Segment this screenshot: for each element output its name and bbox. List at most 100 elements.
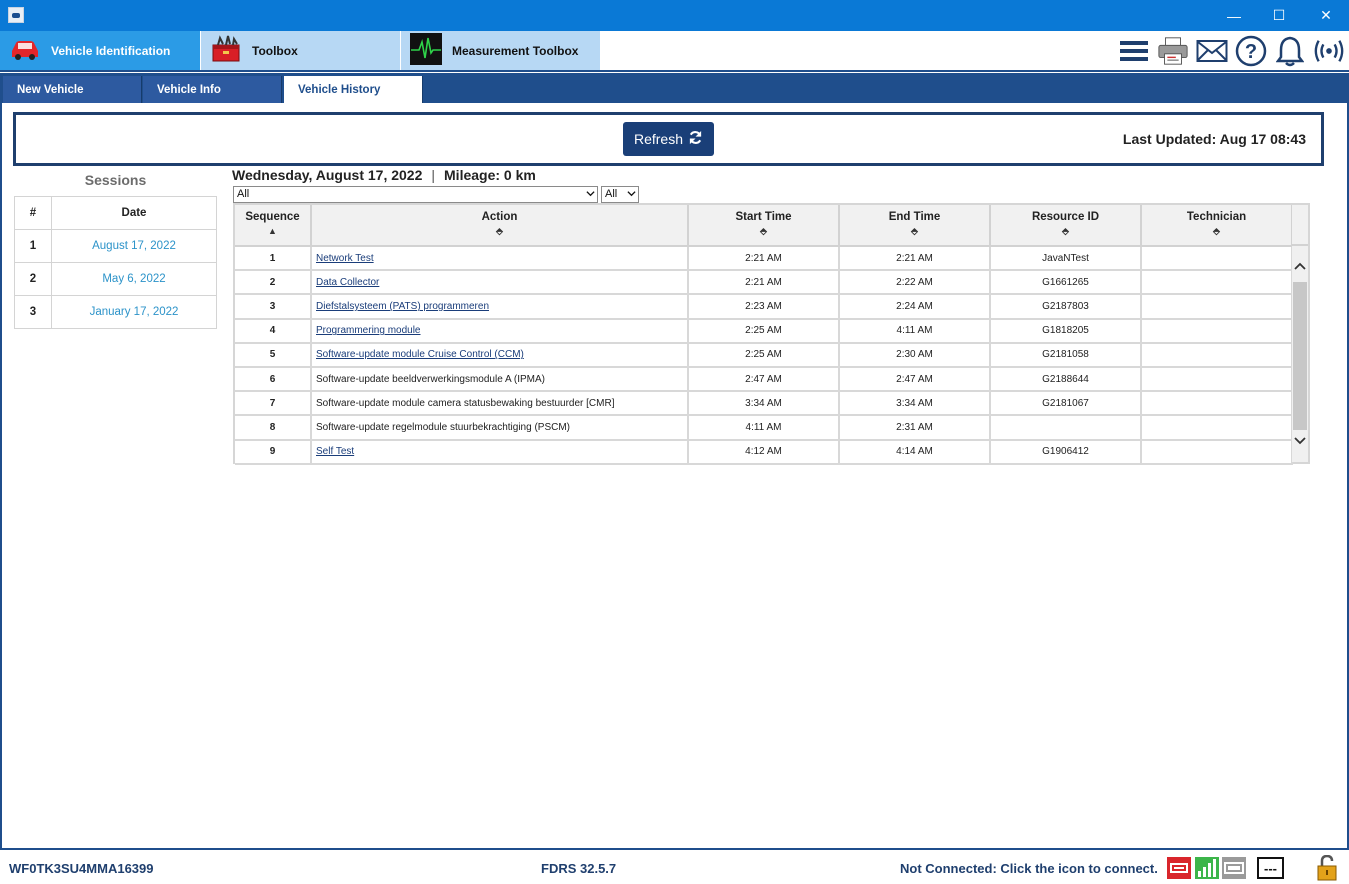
table-scrollbar[interactable]	[1292, 246, 1308, 462]
sort-icon: ⬘	[911, 226, 918, 236]
tab-vehicle-identification[interactable]: Vehicle Identification	[0, 31, 200, 70]
scrollbar-thumb[interactable]	[1293, 282, 1307, 430]
scroll-up-icon[interactable]	[1292, 258, 1308, 274]
cell-technician	[1141, 342, 1293, 368]
session-date-link[interactable]: August 17, 2022	[51, 229, 217, 263]
cell-action-link[interactable]: Programmering module	[311, 318, 689, 344]
table-row[interactable]: 3 Diefstalsysteem (PATS) programmeren 2:…	[235, 294, 1293, 320]
sort-icon: ⬘	[760, 226, 767, 236]
session-row[interactable]: 1 August 17, 2022	[14, 229, 217, 263]
session-num: 1	[14, 229, 52, 263]
maximize-button[interactable]: ☐	[1256, 0, 1302, 31]
cell-end-time: 3:34 AM	[839, 391, 991, 417]
battery-icon[interactable]	[1222, 857, 1246, 879]
signal-strength-icon[interactable]	[1195, 857, 1219, 879]
header-label: Sequence	[245, 211, 300, 223]
header-label: Resource ID	[1031, 211, 1100, 223]
table-row[interactable]: 8 Software-update regelmodule stuurbekra…	[235, 415, 1293, 441]
cell-resource-id	[990, 415, 1142, 441]
cell-end-time: 4:14 AM	[839, 439, 991, 465]
cell-sequence: 6	[235, 366, 312, 393]
cell-resource-id: G2181058	[990, 342, 1142, 368]
session-date-link[interactable]: May 6, 2022	[51, 262, 217, 296]
wireless-icon[interactable]	[1313, 35, 1345, 67]
actions-grid: Sequence ▲ Action ⬘ Start Time ⬘ End Time ⬘ …	[233, 203, 1310, 465]
cell-resource-id: G2187803	[990, 294, 1142, 320]
col-header-end-time[interactable]: End Time ⬘	[839, 205, 991, 247]
col-header-technician[interactable]: Technician ⬘	[1141, 205, 1293, 247]
cell-resource-id: G2188644	[990, 366, 1142, 393]
refresh-panel: Refresh Last Updated: Aug 17 08:43	[13, 112, 1324, 166]
col-header-start-time[interactable]: Start Time ⬘	[688, 205, 840, 247]
session-num: 2	[14, 262, 52, 296]
cell-action: Software-update regelmodule stuurbekrach…	[311, 415, 689, 441]
tab-measurement-toolbox[interactable]: Measurement Toolbox	[401, 31, 600, 70]
cell-technician	[1141, 270, 1293, 296]
toolbar-icons: ?	[1118, 31, 1349, 71]
table-row[interactable]: 4 Programmering module 2:25 AM 4:11 AM G…	[235, 318, 1293, 344]
header-filler	[1292, 205, 1308, 246]
col-header-sequence[interactable]: Sequence ▲	[235, 205, 312, 247]
status-filter-value: All	[605, 188, 618, 200]
menu-icon[interactable]	[1118, 35, 1150, 67]
table-row[interactable]: 9 Self Test 4:12 AM 4:14 AM G1906412	[235, 439, 1293, 465]
vin-text: WF0TK3SU4MMA16399	[9, 861, 154, 876]
cell-action-link[interactable]: Self Test	[311, 439, 689, 465]
bell-icon[interactable]	[1274, 35, 1306, 67]
vci-disconnected-icon[interactable]	[1167, 857, 1191, 879]
cell-resource-id: G1818205	[990, 318, 1142, 344]
cell-end-time: 2:22 AM	[839, 270, 991, 296]
cell-sequence: 1	[235, 246, 312, 272]
sessions-header-date: Date	[51, 196, 217, 230]
action-filter-select[interactable]: All	[233, 186, 598, 203]
tab-new-vehicle[interactable]: New Vehicle	[3, 76, 142, 103]
cell-technician	[1141, 439, 1293, 465]
cell-end-time: 4:11 AM	[839, 318, 991, 344]
cell-technician	[1141, 366, 1293, 393]
tab-vehicle-history[interactable]: Vehicle History	[284, 76, 423, 103]
status-filter-select[interactable]: All	[601, 186, 639, 203]
session-row[interactable]: 2 May 6, 2022	[14, 262, 217, 296]
cell-sequence: 5	[235, 342, 312, 368]
col-header-resource-id[interactable]: Resource ID ⬘	[990, 205, 1142, 247]
cell-action-link[interactable]: Network Test	[311, 246, 689, 272]
lock-icon[interactable]	[1315, 854, 1339, 881]
table-row[interactable]: 6 Software-update beeldverwerkingsmodule…	[235, 366, 1293, 393]
table-row[interactable]: 1 Network Test 2:21 AM 2:21 AM JavaNTest	[235, 246, 1293, 272]
cell-start-time: 2:47 AM	[688, 366, 840, 393]
refresh-button[interactable]: Refresh	[623, 122, 714, 156]
toolbox-icon	[210, 34, 242, 67]
cell-start-time: 2:23 AM	[688, 294, 840, 320]
minimize-button[interactable]: —	[1211, 0, 1257, 31]
tab-vehicle-info[interactable]: Vehicle Info	[143, 76, 282, 103]
col-header-action[interactable]: Action ⬘	[311, 205, 689, 247]
cell-start-time: 2:21 AM	[688, 270, 840, 296]
header-label: Start Time	[735, 211, 792, 223]
session-row[interactable]: 3 January 17, 2022	[14, 295, 217, 329]
table-row[interactable]: 5 Software-update module Cruise Control …	[235, 342, 1293, 368]
cell-resource-id: JavaNTest	[990, 246, 1142, 272]
cell-start-time: 4:11 AM	[688, 415, 840, 441]
cell-end-time: 2:47 AM	[839, 366, 991, 393]
scroll-down-icon[interactable]	[1292, 433, 1308, 449]
sub-tab-bar: New Vehicle Vehicle Info Vehicle History	[0, 73, 1349, 103]
cell-sequence: 8	[235, 415, 312, 441]
sessions-title: Sessions	[84, 172, 147, 188]
help-icon[interactable]: ?	[1235, 35, 1267, 67]
cell-action-link[interactable]: Diefstalsysteem (PATS) programmeren	[311, 294, 689, 320]
session-date: Wednesday, August 17, 2022	[232, 167, 423, 183]
tab-toolbox[interactable]: Toolbox	[201, 31, 400, 70]
sort-icon: ⬘	[1213, 226, 1220, 236]
table-row[interactable]: 7 Software-update module camera statusbe…	[235, 391, 1293, 417]
action-filter-value: All	[237, 188, 250, 200]
session-date-link[interactable]: January 17, 2022	[51, 295, 217, 329]
printer-icon[interactable]	[1157, 35, 1189, 67]
cell-action-link[interactable]: Data Collector	[311, 270, 689, 296]
close-button[interactable]: ✕	[1303, 0, 1349, 31]
cell-start-time: 2:25 AM	[688, 318, 840, 344]
cell-action-link[interactable]: Software-update module Cruise Control (C…	[311, 342, 689, 368]
mail-icon[interactable]	[1196, 35, 1228, 67]
table-row[interactable]: 2 Data Collector 2:21 AM 2:22 AM G166126…	[235, 270, 1293, 296]
app-logo-icon	[8, 7, 24, 23]
sort-icon: ⬘	[1062, 226, 1069, 236]
